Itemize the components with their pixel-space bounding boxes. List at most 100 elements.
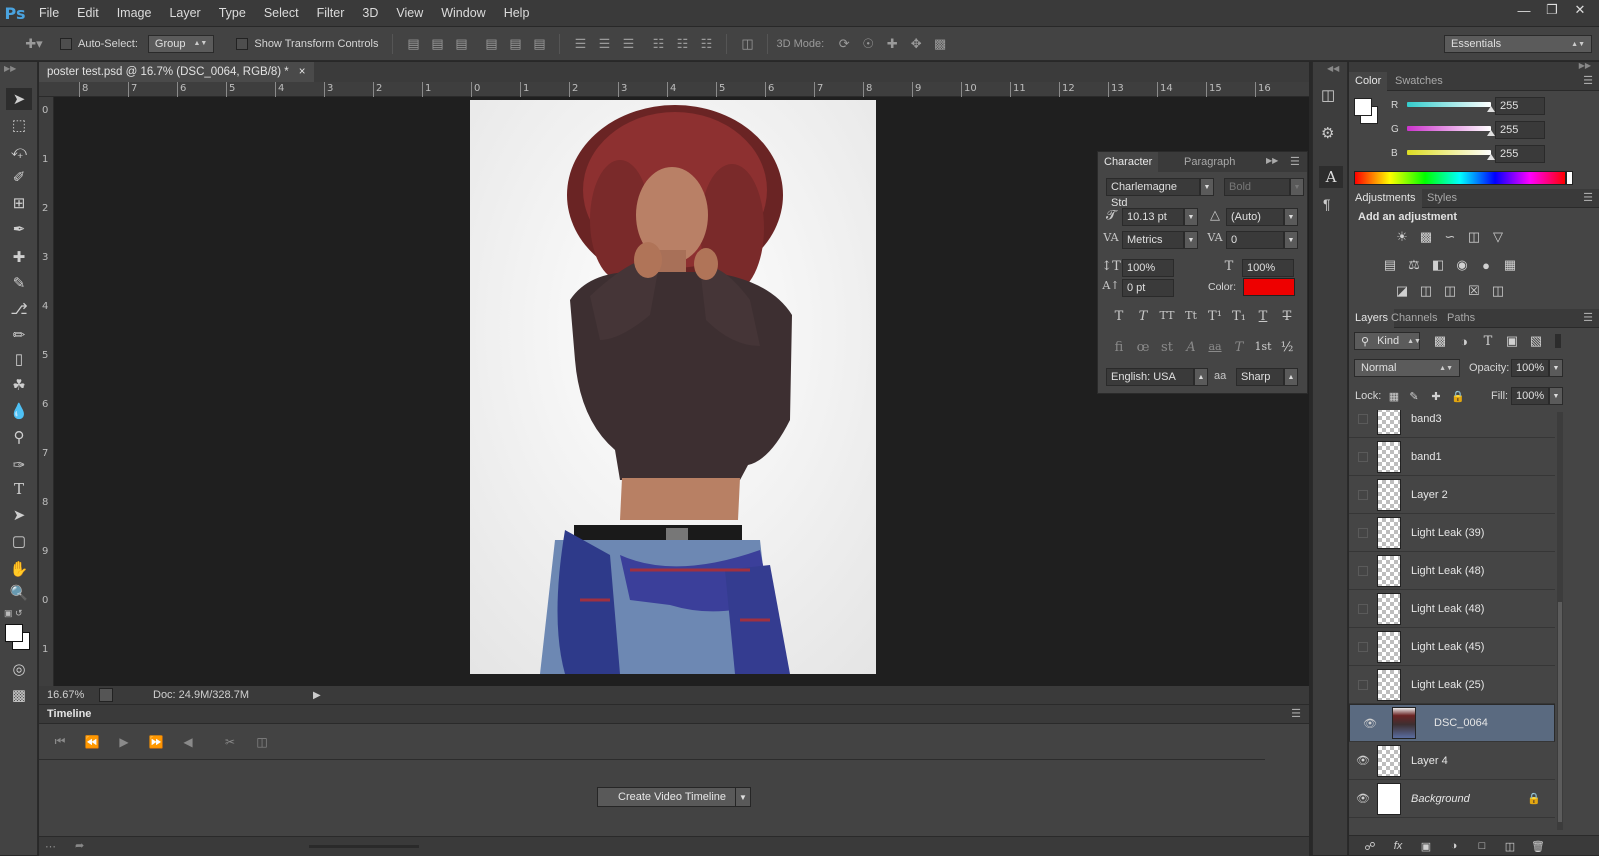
menu-layer[interactable]: Layer xyxy=(160,0,209,26)
3d-roll-icon[interactable]: ☉ xyxy=(856,36,880,52)
status-info-icon[interactable] xyxy=(99,688,113,702)
visibility-toggle[interactable] xyxy=(1358,679,1368,690)
default-colors-icon[interactable]: ▣ ↺ xyxy=(4,608,23,619)
color-balance-icon[interactable]: ⚖ xyxy=(1405,256,1423,274)
menu-type[interactable]: Type xyxy=(210,0,255,26)
layer-name[interactable]: band1 xyxy=(1411,451,1442,463)
render-video-icon[interactable]: ➦ xyxy=(75,839,84,852)
properties-panel-icon[interactable]: ⚙ xyxy=(1321,124,1334,142)
layer-name[interactable]: Light Leak (45) xyxy=(1411,641,1484,653)
tab-adjustments[interactable]: Adjustments xyxy=(1349,189,1422,208)
type-tool-icon[interactable]: T xyxy=(6,478,32,500)
layer-row[interactable]: 👁 DSC_0064 xyxy=(1349,704,1555,742)
status-menu-arrow-icon[interactable]: ▶ xyxy=(313,690,321,701)
layer-row[interactable]: Light Leak (45) xyxy=(1349,628,1555,666)
all-caps-icon[interactable]: TT xyxy=(1156,309,1178,322)
visibility-toggle[interactable] xyxy=(1358,641,1368,652)
collapse-dock-icon[interactable]: ◀◀ xyxy=(1327,64,1339,73)
white-swatch[interactable] xyxy=(1566,171,1573,185)
zoom-level[interactable]: 16.67% xyxy=(47,689,91,701)
font-family-field[interactable]: Charlemagne Std xyxy=(1106,178,1200,209)
selective-color-icon[interactable]: ☒ xyxy=(1465,282,1483,300)
tab-color[interactable]: Color xyxy=(1349,72,1388,91)
strikethrough-icon[interactable]: T xyxy=(1276,309,1298,324)
layer-filter-dropdown[interactable]: ⚲ Kind ▲▼ xyxy=(1354,332,1421,350)
channel-slider-r[interactable] xyxy=(1407,102,1491,107)
blend-mode-dropdown[interactable]: Normal ▲▼ xyxy=(1354,359,1460,377)
subscript-icon[interactable]: T₁ xyxy=(1228,309,1250,324)
marquee-tool-icon[interactable]: ⬚ xyxy=(6,114,32,136)
layer-row[interactable]: Light Leak (48) xyxy=(1349,590,1555,628)
font-size-field[interactable]: 10.13 pt xyxy=(1122,208,1184,226)
align-vcenter-icon[interactable]: ▤ xyxy=(425,36,449,52)
collapse-panel-icon[interactable]: ▶▶ xyxy=(1266,156,1278,165)
character-panel-icon[interactable]: A xyxy=(1319,166,1343,188)
superscript-icon[interactable]: T¹ xyxy=(1204,309,1226,324)
align-right-icon[interactable]: ▤ xyxy=(527,36,551,52)
layer-name[interactable]: Background xyxy=(1411,793,1470,805)
layer-row[interactable]: Light Leak (25) xyxy=(1349,666,1555,704)
fractions-icon[interactable]: ½ xyxy=(1276,340,1298,355)
layer-name[interactable]: Layer 4 xyxy=(1411,755,1448,767)
menu-window[interactable]: Window xyxy=(432,0,494,26)
align-hcenter-icon[interactable]: ▤ xyxy=(503,36,527,52)
path-select-tool-icon[interactable]: ➤ xyxy=(6,504,32,526)
visibility-toggle[interactable] xyxy=(1358,603,1368,614)
visibility-toggle[interactable] xyxy=(1358,451,1368,462)
levels-icon[interactable]: ▩ xyxy=(1417,228,1435,246)
collapse-icon[interactable]: ▶▶ xyxy=(4,64,16,73)
close-icon[interactable]: ✕ xyxy=(1567,0,1593,20)
swash-icon[interactable]: st xyxy=(1156,340,1178,355)
3d-pan-icon[interactable]: ✚ xyxy=(880,36,904,52)
visibility-toggle[interactable] xyxy=(1358,413,1368,424)
transition-icon[interactable]: ◫ xyxy=(249,735,275,749)
hue-saturation-icon[interactable]: ▤ xyxy=(1381,256,1399,274)
align-top-icon[interactable]: ▤ xyxy=(401,36,425,52)
channel-slider-thumb[interactable] xyxy=(1487,106,1495,112)
menu-file[interactable]: File xyxy=(30,0,68,26)
workspace-dropdown[interactable]: Essentials ▲▼ xyxy=(1444,35,1592,53)
layer-name[interactable]: band3 xyxy=(1411,413,1442,425)
faux-bold-icon[interactable]: T xyxy=(1108,309,1130,324)
menu-filter[interactable]: Filter xyxy=(308,0,354,26)
layer-name[interactable]: Layer 2 xyxy=(1411,489,1448,501)
fill-field[interactable]: 100% xyxy=(1511,387,1549,405)
play-icon[interactable]: ▶ xyxy=(111,735,137,749)
black-white-icon[interactable]: ◧ xyxy=(1429,256,1447,274)
panel-menu-icon[interactable]: ☰ xyxy=(1583,74,1593,87)
layer-mask-icon[interactable]: ▣ xyxy=(1417,837,1435,855)
visibility-toggle[interactable] xyxy=(1358,489,1368,500)
font-family-dropdown-icon[interactable]: ▼ xyxy=(1200,178,1214,196)
titling-alternates-icon[interactable]: aa xyxy=(1204,340,1226,353)
color-lookup-icon[interactable]: ▦ xyxy=(1501,256,1519,274)
delete-layer-icon[interactable]: 🗑 xyxy=(1529,837,1547,855)
healing-brush-tool-icon[interactable]: ✚ xyxy=(6,246,32,268)
gradient-map-icon[interactable]: ◫ xyxy=(1489,282,1507,300)
3d-scale-icon[interactable]: ▩ xyxy=(928,36,952,52)
layer-style-icon[interactable]: fx xyxy=(1389,837,1407,855)
menu-view[interactable]: View xyxy=(387,0,432,26)
eye-icon[interactable]: 👁 xyxy=(1356,717,1384,730)
language-field[interactable]: English: USA xyxy=(1106,368,1194,386)
kerning-field[interactable]: Metrics xyxy=(1122,231,1184,249)
screen-mode-icon[interactable]: ▩ xyxy=(6,684,32,706)
color-spectrum-bar[interactable] xyxy=(1354,171,1566,185)
history-panel-icon[interactable]: ◫ xyxy=(1321,86,1335,104)
dodge-tool-icon[interactable]: ⚲ xyxy=(6,426,32,448)
quick-mask-icon[interactable]: ◎ xyxy=(6,658,32,680)
zoom-tool-icon[interactable]: 🔍 xyxy=(6,582,32,604)
channel-slider-thumb[interactable] xyxy=(1487,130,1495,136)
posterize-icon[interactable]: ◫ xyxy=(1417,282,1435,300)
lock-position-icon[interactable]: ✚ xyxy=(1427,387,1445,405)
vibrance-icon[interactable]: ▽ xyxy=(1489,228,1507,246)
first-frame-icon[interactable]: ⏮ xyxy=(47,734,73,749)
lock-transparency-icon[interactable]: ▦ xyxy=(1385,387,1403,405)
photoshop-logo[interactable]: Ps xyxy=(0,0,30,26)
layer-row[interactable]: Layer 2 xyxy=(1349,476,1555,514)
layer-name[interactable]: Light Leak (25) xyxy=(1411,679,1484,691)
layer-name[interactable]: Light Leak (39) xyxy=(1411,527,1484,539)
distribute-right-icon[interactable]: ☷ xyxy=(694,36,718,52)
panel-menu-icon[interactable]: ☰ xyxy=(1290,155,1300,168)
opacity-field[interactable]: 100% xyxy=(1511,359,1549,377)
smart-object-filter-icon[interactable]: ▧ xyxy=(1527,332,1545,350)
